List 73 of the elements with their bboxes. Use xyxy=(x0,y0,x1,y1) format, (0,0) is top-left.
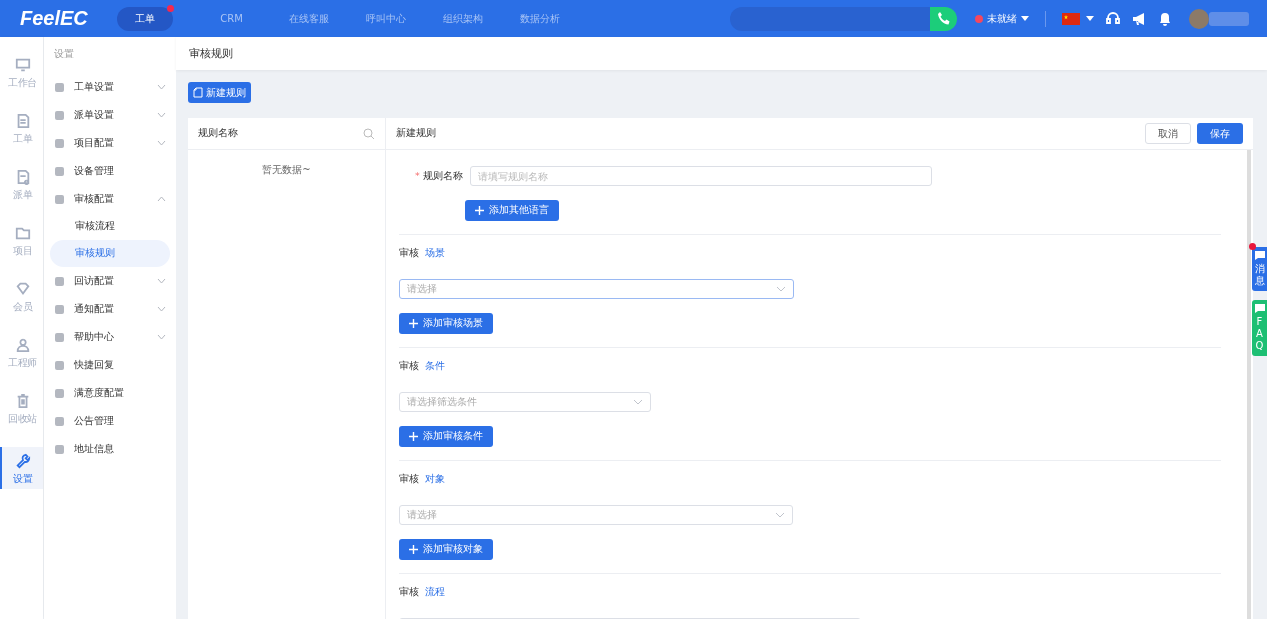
add-button[interactable]: 添加审核条件 xyxy=(399,426,493,447)
submenu-item[interactable]: 审核流程 xyxy=(50,213,170,240)
section-link[interactable]: 条件 xyxy=(425,360,445,373)
rail-item[interactable]: 回收站 xyxy=(0,391,43,447)
plus-icon xyxy=(475,206,484,215)
headset-icon[interactable] xyxy=(1106,11,1120,26)
phone-button[interactable] xyxy=(930,6,957,31)
diamond-icon xyxy=(14,281,31,297)
section-label: 审核 xyxy=(399,247,419,260)
menu-item[interactable]: 帮助中心 xyxy=(50,323,170,351)
nav-tab[interactable]: 在线客服 xyxy=(271,6,346,31)
side-tab[interactable]: FAQ xyxy=(1252,300,1267,356)
add-button[interactable]: 添加审核场景 xyxy=(399,313,493,334)
submenu-item[interactable]: 审核规则 xyxy=(50,240,170,267)
rail-item[interactable]: 项目 xyxy=(0,223,43,279)
plus-icon xyxy=(409,432,418,441)
rail-item[interactable]: 工程师 xyxy=(0,335,43,391)
menu-item[interactable]: 审核配置 xyxy=(50,185,170,213)
dial-field[interactable] xyxy=(730,6,930,31)
chevron-down-icon xyxy=(776,286,786,292)
nav-tab[interactable]: CRM xyxy=(194,6,269,31)
wrench-icon xyxy=(14,452,31,469)
chevron-down-icon xyxy=(633,399,643,405)
nav-tab[interactable]: 工单 xyxy=(117,6,173,31)
caret-icon[interactable] xyxy=(1086,15,1094,22)
menu-item[interactable]: 设备管理 xyxy=(50,157,170,185)
page-title: 审核规则 xyxy=(176,37,1267,70)
logo: FeelEC xyxy=(20,7,89,30)
menu-item[interactable]: 地址信息 xyxy=(50,435,170,463)
rail-item[interactable]: 派单 xyxy=(0,167,43,223)
nav-tab[interactable]: 呼叫中心 xyxy=(348,6,423,31)
caret-icon xyxy=(1021,15,1029,22)
form-title: 新建规则 xyxy=(396,127,436,140)
save-button[interactable]: 保存 xyxy=(1197,123,1243,144)
menu-item[interactable]: 项目配置 xyxy=(50,129,170,157)
select-field[interactable]: 请选择筛选条件 xyxy=(399,392,651,412)
field-label: * 规则名称 xyxy=(415,169,463,183)
nav-tab[interactable]: 组织架构 xyxy=(425,6,500,31)
section-link[interactable]: 对象 xyxy=(425,473,445,486)
menu-item[interactable]: 回访配置 xyxy=(50,267,170,295)
section-label: 审核 xyxy=(399,360,419,373)
rail-item[interactable]: 工单 xyxy=(0,111,43,167)
section-link[interactable]: 场景 xyxy=(425,247,445,260)
menu-item[interactable]: 派单设置 xyxy=(50,101,170,129)
select-field[interactable]: 请选择 xyxy=(399,279,794,299)
menu-item[interactable]: 公告管理 xyxy=(50,407,170,435)
menu-item[interactable]: 通知配置 xyxy=(50,295,170,323)
status-dropdown[interactable]: 未就绪 xyxy=(975,11,1029,26)
folder-icon xyxy=(14,225,31,241)
add-language-button[interactable]: 添加其他语言 xyxy=(465,200,559,221)
monitor-icon xyxy=(14,57,31,73)
section-link[interactable]: 流程 xyxy=(425,586,445,599)
menu-item[interactable]: 快捷回复 xyxy=(50,351,170,379)
menu-item[interactable]: 满意度配置 xyxy=(50,379,170,407)
plus-icon xyxy=(409,319,418,328)
required-mark: * xyxy=(415,169,420,181)
rail-item[interactable]: 设置 xyxy=(0,447,43,489)
select-field[interactable]: 请选择 xyxy=(399,505,793,525)
add-button[interactable]: 添加审核对象 xyxy=(399,539,493,560)
nav-tab[interactable]: 数据分析 xyxy=(502,6,577,31)
rail-item[interactable]: 工作台 xyxy=(0,55,43,111)
cancel-button[interactable]: 取消 xyxy=(1145,123,1191,144)
plus-icon xyxy=(409,545,418,554)
section-label: 审核 xyxy=(399,473,419,486)
column-title: 规则名称 xyxy=(198,127,238,140)
rail-item[interactable]: 会员 xyxy=(0,279,43,335)
new-rule-button[interactable]: 新建规则 xyxy=(188,82,251,103)
blurred-name xyxy=(1209,11,1249,26)
empty-message: 暂无数据~ xyxy=(261,163,312,177)
menu-item[interactable]: 工单设置 xyxy=(50,73,170,101)
chevron-down-icon xyxy=(775,512,785,518)
menu-title: 设置 xyxy=(53,47,75,61)
section-label: 审核 xyxy=(399,586,419,599)
